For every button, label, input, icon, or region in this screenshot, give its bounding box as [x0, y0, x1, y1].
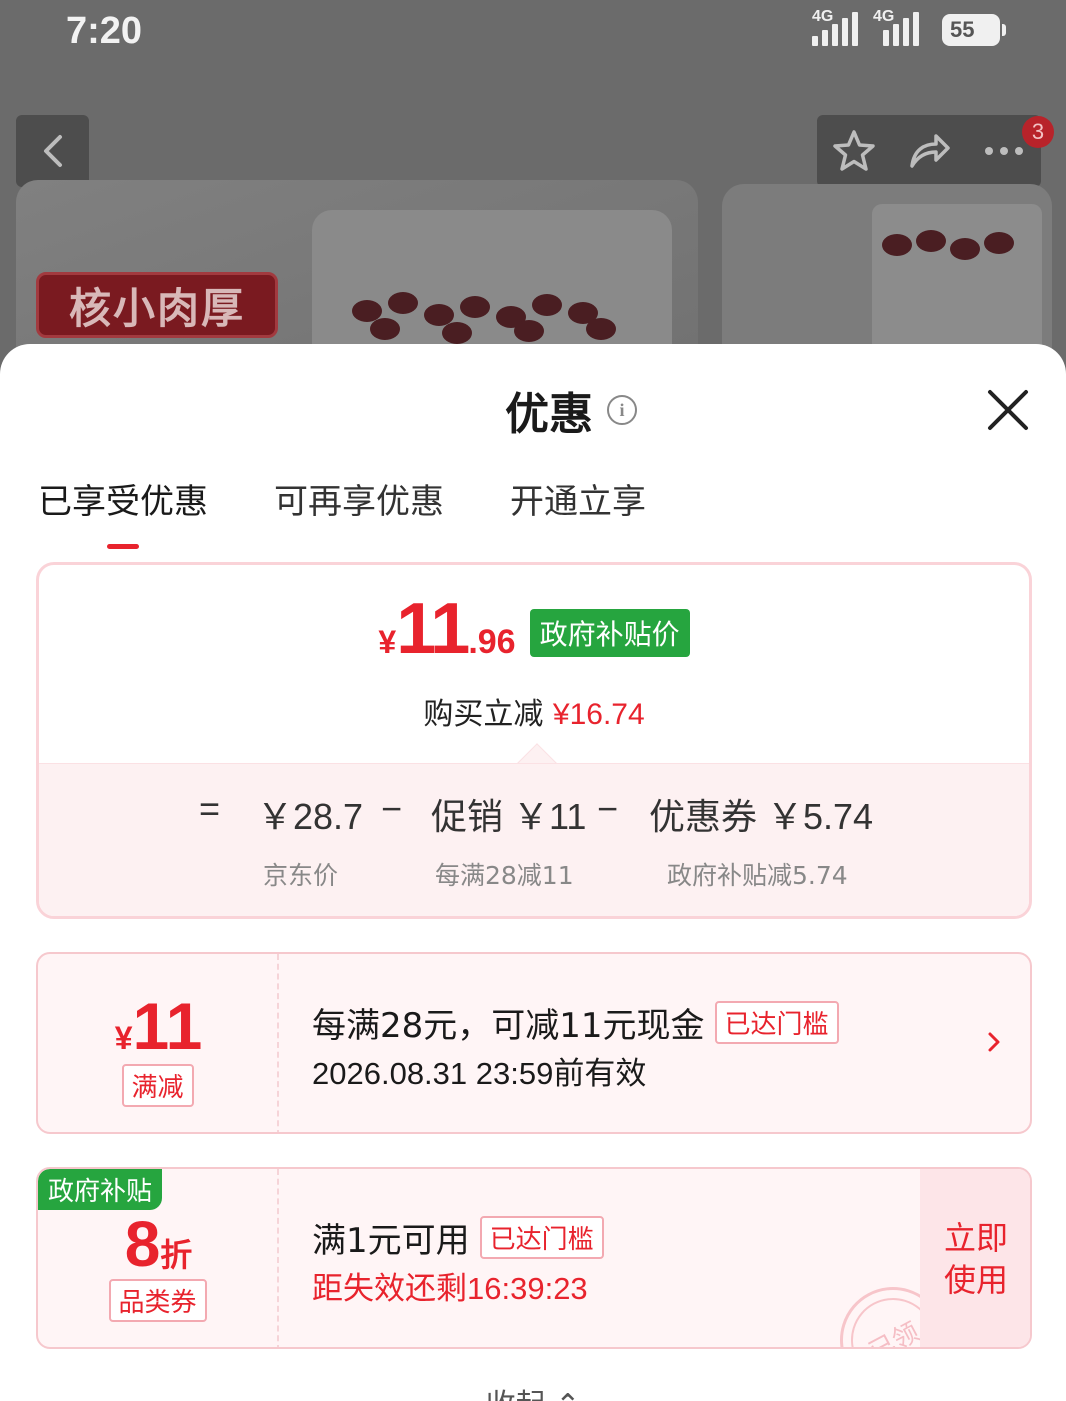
threshold-tag: 已达门槛 — [714, 1001, 839, 1044]
coupon-discount-display: 8折 — [124, 1208, 193, 1280]
jd-price-label: 京东价 — [263, 861, 339, 890]
reduce-amount: ¥16.74 — [552, 698, 645, 731]
product-tag: 核小肉厚 — [36, 272, 278, 338]
price-breakdown: = ￥28.7 − 促销 ￥11 − 优惠券 ￥5.74 京东价 每满28减11… — [39, 763, 1029, 916]
promo-label: 每满28减11 — [435, 861, 574, 890]
coupon-type-tag: 品类券 — [108, 1279, 207, 1322]
equals-sign: = — [199, 788, 221, 829]
jd-price: ￥28.7 — [257, 796, 364, 837]
collapse-button[interactable]: 收起 ⌃ — [0, 1380, 1066, 1401]
coupon-countdown: 距失效还剩16:39:23 — [312, 1271, 588, 1306]
chevron-right-icon[interactable] — [982, 1030, 1006, 1054]
category-coupon-card[interactable]: 政府补贴 8折 品类券 满1元可用 已达门槛 距失效还剩16:39:23 已领 … — [36, 1167, 1032, 1349]
promo-coupon-card[interactable]: ¥11 满减 每满28元，可减11元现金 已达门槛 2026.08.31 23:… — [36, 952, 1032, 1134]
final-price: ¥ 11 .96 — [378, 593, 515, 665]
info-icon[interactable]: i — [607, 395, 637, 425]
tab-activate[interactable]: 开通立享 — [510, 474, 646, 549]
status-time: 7:20 — [66, 10, 143, 52]
back-arrow-icon — [43, 135, 62, 167]
discount-sheet: 优惠 i 已享受优惠 可再享优惠 开通立享 ¥ 11 .96 政府补贴价 购买立… — [0, 344, 1066, 1401]
more-icon[interactable] — [981, 128, 1027, 174]
price-currency: ¥ — [378, 624, 397, 660]
coupon-type-tag: 满减 — [121, 1064, 194, 1107]
minus-sign-2: − — [597, 788, 619, 829]
signal-2-icon: 4G — [873, 8, 919, 46]
use-now-line-2: 使用 — [943, 1261, 1008, 1299]
coupon-amount-display: ¥11 — [114, 989, 203, 1063]
chevron-up-icon: ⌃ — [555, 1388, 580, 1401]
status-bar: 7:20 4G 4G 55 — [0, 0, 1066, 70]
minus-sign-1: − — [381, 788, 403, 829]
use-now-button[interactable]: 立即 使用 — [920, 1169, 1030, 1347]
threshold-tag: 已达门槛 — [479, 1216, 604, 1259]
coupon-title: 满1元可用 — [312, 1221, 470, 1261]
promo-amount: 促销 ￥11 — [431, 796, 587, 837]
gov-subsidy-corner-tag: 政府补贴 — [38, 1169, 163, 1210]
battery-level: 55 — [950, 17, 975, 42]
network-type-2: 4G — [873, 8, 895, 25]
sheet-header: 优惠 i — [0, 378, 1066, 442]
close-icon[interactable] — [984, 386, 1032, 434]
top-actions — [817, 115, 1041, 187]
gov-subsidy-price-tag: 政府补贴价 — [529, 609, 690, 657]
battery-icon: 55 — [942, 14, 1006, 46]
cart-badge: 3 — [1022, 116, 1054, 148]
reduce-label: 购买立减 — [423, 697, 544, 732]
price-summary-card: ¥ 11 .96 政府补贴价 购买立减 ¥16.74 = ￥28.7 − 促销 … — [36, 562, 1032, 919]
use-now-line-1: 立即 — [943, 1219, 1008, 1257]
price-integer: 11 — [396, 589, 470, 669]
signal-1-icon: 4G — [812, 8, 858, 46]
price-decimal: .96 — [468, 623, 516, 661]
coupon-title: 每满28元，可减11元现金 — [312, 1006, 705, 1046]
sheet-title: 优惠 — [505, 389, 593, 440]
instant-reduction: 购买立减 ¥16.74 — [39, 689, 1029, 733]
discount-tabs: 已享受优惠 可再享优惠 开通立享 — [38, 474, 712, 549]
star-icon[interactable] — [831, 128, 877, 174]
coupon-label: 政府补贴减5.74 — [667, 861, 848, 890]
collapse-label: 收起 — [486, 1388, 546, 1401]
tab-enjoyed[interactable]: 已享受优惠 — [38, 474, 208, 549]
coupon-validity: 2026.08.31 23:59前有效 — [312, 1056, 647, 1091]
back-button[interactable] — [16, 115, 89, 187]
network-type-1: 4G — [812, 8, 834, 25]
tab-more-available[interactable]: 可再享优惠 — [274, 474, 444, 549]
share-icon[interactable] — [906, 128, 952, 174]
coupon-amount: 优惠券 ￥5.74 — [649, 796, 874, 837]
